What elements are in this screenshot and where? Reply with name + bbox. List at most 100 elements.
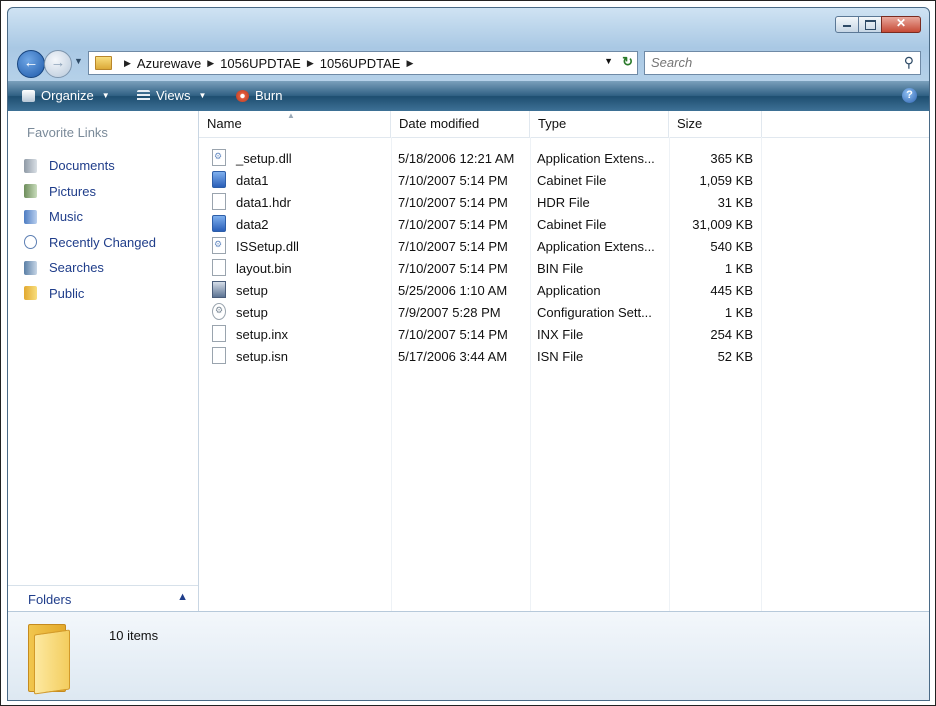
folders-toggle[interactable]: Folders ▲ [8, 585, 198, 612]
file-size: 31 KB [717, 195, 753, 210]
minimize-icon [843, 25, 851, 27]
file-type: BIN File [537, 261, 584, 276]
searches-icon [24, 260, 37, 275]
dll-file-icon [212, 149, 226, 166]
refresh-icon[interactable]: ↻ [622, 54, 633, 70]
file-row[interactable]: _setup.dll 5/18/2006 12:21 AM Applicatio… [199, 148, 929, 170]
file-type: ISN File [537, 349, 584, 364]
forward-button[interactable]: → [44, 50, 72, 78]
column-header-date[interactable]: Date modified [391, 111, 530, 137]
close-button[interactable]: ✕ [881, 16, 921, 33]
file-type: Cabinet File [537, 173, 607, 188]
column-header-type[interactable]: Type [530, 111, 669, 137]
views-label: Views [156, 88, 191, 103]
column-header-size[interactable]: Size [669, 111, 762, 137]
breadcrumb-item[interactable]: 1056UPDTAE [220, 56, 301, 71]
breadcrumb-item[interactable]: 1056UPDTAE [320, 56, 401, 71]
search-box: ⚲ [644, 51, 921, 75]
column-header-name[interactable]: Name ▲ [199, 111, 391, 137]
recently-changed-icon [24, 235, 37, 250]
navigation-pane: Favorite Links Documents Pictures Music … [8, 111, 199, 612]
favorite-links-heading: Favorite Links [27, 125, 108, 140]
folder-icon [95, 56, 112, 70]
favorite-link-music[interactable]: Music [24, 204, 156, 230]
favorite-link-recently-changed[interactable]: Recently Changed [24, 230, 156, 256]
file-type: Cabinet File [537, 217, 607, 232]
breadcrumb-separator-icon[interactable]: ▶ [307, 58, 314, 69]
file-row[interactable]: setup 5/25/2006 1:10 AM Application 445 … [199, 280, 929, 302]
search-input[interactable] [651, 55, 871, 70]
search-icon[interactable]: ⚲ [904, 54, 914, 71]
favorite-link-documents[interactable]: Documents [24, 153, 156, 179]
breadcrumb-item[interactable]: Azurewave [137, 56, 201, 71]
file-date: 7/10/2007 5:14 PM [398, 239, 508, 254]
file-row[interactable]: ISSetup.dll 7/10/2007 5:14 PM Applicatio… [199, 236, 929, 258]
file-date: 7/10/2007 5:14 PM [398, 195, 508, 210]
favorite-link-label: Recently Changed [49, 234, 156, 250]
file-name: layout.bin [236, 261, 292, 276]
favorite-link-pictures[interactable]: Pictures [24, 179, 156, 205]
favorite-link-searches[interactable]: Searches [24, 255, 156, 281]
application-icon [212, 281, 226, 298]
configuration-file-icon [212, 303, 226, 320]
maximize-icon [865, 20, 876, 30]
back-button[interactable]: ← [17, 50, 45, 78]
sort-ascending-icon: ▲ [287, 111, 295, 120]
file-size: 254 KB [710, 327, 753, 342]
file-row[interactable]: setup 7/9/2007 5:28 PM Configuration Set… [199, 302, 929, 324]
file-size: 52 KB [717, 349, 753, 364]
folder-front-shape [34, 629, 70, 695]
maximize-button[interactable] [858, 16, 882, 33]
file-type: HDR File [537, 195, 590, 210]
column-header-label: Name [207, 116, 242, 131]
organize-button[interactable]: Organize ▼ [22, 88, 110, 103]
window-controls: ✕ [835, 16, 921, 33]
pictures-icon [24, 184, 37, 199]
column-header-row: Name ▲ Date modified Type Size [199, 111, 929, 138]
file-row[interactable]: layout.bin 7/10/2007 5:14 PM BIN File 1 … [199, 258, 929, 280]
file-row[interactable]: setup.inx 7/10/2007 5:14 PM INX File 254… [199, 324, 929, 346]
favorite-link-label: Music [49, 209, 83, 225]
breadcrumb-separator-icon[interactable]: ▶ [124, 58, 131, 69]
address-bar[interactable]: ▶ Azurewave ▶ 1056UPDTAE ▶ 1056UPDTAE ▶ … [88, 51, 638, 75]
favorite-link-label: Pictures [49, 183, 96, 199]
file-date: 7/9/2007 5:28 PM [398, 305, 501, 320]
generic-file-icon [212, 325, 226, 342]
file-row[interactable]: setup.isn 5/17/2006 3:44 AM ISN File 52 … [199, 346, 929, 368]
folders-label: Folders [28, 592, 72, 607]
address-dropdown-icon[interactable]: ▼ [604, 56, 613, 66]
file-name: setup [236, 305, 268, 320]
file-row[interactable]: data2 7/10/2007 5:14 PM Cabinet File 31,… [199, 214, 929, 236]
file-size: 1,059 KB [699, 173, 754, 188]
breadcrumb-separator-icon[interactable]: ▶ [406, 58, 413, 69]
views-icon [137, 89, 150, 102]
generic-file-icon [212, 193, 226, 210]
file-name: data2 [236, 217, 269, 232]
public-folder-icon [24, 286, 37, 301]
file-date: 7/10/2007 5:14 PM [398, 327, 508, 342]
help-icon[interactable]: ? [902, 88, 917, 103]
file-rows: _setup.dll 5/18/2006 12:21 AM Applicatio… [199, 148, 929, 368]
file-date: 5/17/2006 3:44 AM [398, 349, 508, 364]
file-row[interactable]: data1.hdr 7/10/2007 5:14 PM HDR File 31 … [199, 192, 929, 214]
minimize-button[interactable] [835, 16, 859, 33]
title-bar: ✕ [8, 8, 929, 42]
views-button[interactable]: Views ▼ [137, 88, 206, 103]
file-date: 7/10/2007 5:14 PM [398, 261, 508, 276]
dll-file-icon [212, 237, 226, 254]
back-arrow-icon: ← [23, 54, 39, 71]
recent-pages-dropdown[interactable]: ▼ [74, 56, 83, 66]
file-name: setup [236, 283, 268, 298]
forward-arrow-icon: → [50, 54, 66, 71]
breadcrumb-separator-icon[interactable]: ▶ [207, 58, 214, 69]
favorite-link-public[interactable]: Public [24, 281, 156, 307]
file-date: 7/10/2007 5:14 PM [398, 173, 508, 188]
generic-file-icon [212, 259, 226, 276]
file-type: Application Extens... [537, 151, 655, 166]
burn-button[interactable]: Burn [236, 88, 282, 103]
file-type: Application Extens... [537, 239, 655, 254]
file-type: INX File [537, 327, 584, 342]
close-icon: ✕ [895, 16, 907, 30]
file-date: 5/25/2006 1:10 AM [398, 283, 508, 298]
file-row[interactable]: data1 7/10/2007 5:14 PM Cabinet File 1,0… [199, 170, 929, 192]
